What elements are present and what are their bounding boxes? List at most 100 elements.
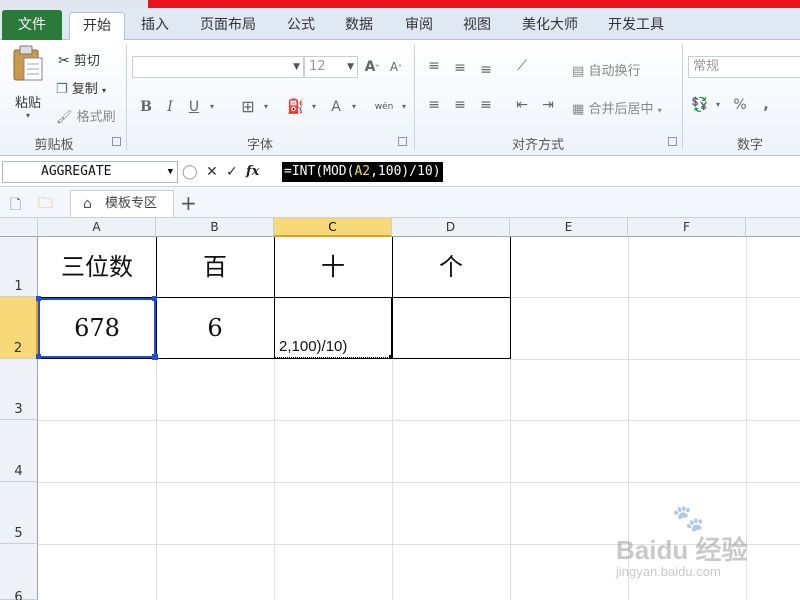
tab-developer[interactable]: 开发工具 xyxy=(598,12,674,40)
scissors-icon: ✂ xyxy=(58,53,70,69)
row-header-2[interactable]: 2 xyxy=(0,297,38,359)
align-center-button[interactable]: ≡ xyxy=(450,95,470,115)
align-top-button[interactable]: ≡ xyxy=(424,56,444,76)
template-zone-tab[interactable]: ⌂ 模板专区 xyxy=(70,190,174,217)
column-header-e[interactable]: E xyxy=(510,218,628,237)
tab-view[interactable]: 视图 xyxy=(452,12,502,40)
currency-icon: 💱 xyxy=(691,97,709,113)
grow-font-button[interactable]: A˄ xyxy=(362,57,382,77)
select-all-corner[interactable] xyxy=(0,218,38,237)
cut-button[interactable]: ✂ 剪切 xyxy=(58,50,100,69)
align-top-icon: ≡ xyxy=(428,58,440,74)
column-header-g[interactable] xyxy=(746,218,800,237)
alignment-launcher-icon[interactable] xyxy=(668,137,677,146)
decrease-indent-button[interactable]: ⇤ xyxy=(512,95,532,115)
new-document-icon[interactable]: 🗋 xyxy=(10,194,21,218)
name-box-value: AGGREGATE xyxy=(41,164,112,179)
folder-icon[interactable]: 🗀 xyxy=(38,193,53,218)
chevron-down-icon[interactable]: ▾ xyxy=(344,97,364,117)
collapse-icon[interactable]: ◯ xyxy=(182,161,198,183)
format-painter-label: 格式刷 xyxy=(76,110,116,125)
column-header-a[interactable]: A xyxy=(38,218,156,237)
paste-button[interactable]: 粘贴 ▾ xyxy=(8,44,48,124)
column-header-b[interactable]: B xyxy=(156,218,274,237)
row-number: 3 xyxy=(14,402,23,417)
gridline xyxy=(156,359,157,600)
fill-handle[interactable] xyxy=(152,354,158,360)
phonetic-button[interactable]: wén xyxy=(374,97,394,117)
orientation-button[interactable]: ⟋ xyxy=(512,56,532,76)
merge-cells-icon: ▦ xyxy=(572,102,585,117)
cell-b1[interactable]: 百 xyxy=(156,237,274,297)
number-format-combo[interactable]: 常规 xyxy=(688,56,800,78)
tab-home[interactable]: 开始 xyxy=(69,12,125,41)
row-number: 2 xyxy=(13,341,23,356)
row-header-6[interactable]: 6 xyxy=(0,544,38,600)
cell-d1[interactable]: 个 xyxy=(392,237,510,297)
format-painter-button[interactable]: 🖌 格式刷 xyxy=(56,106,116,125)
font-size-combo[interactable]: 12 ▼ xyxy=(304,56,358,78)
column-header-f[interactable]: F xyxy=(628,218,746,237)
gridline xyxy=(38,482,800,483)
add-tab-button[interactable]: + xyxy=(180,191,197,215)
chevron-down-icon[interactable]: ▾ xyxy=(202,97,222,117)
cell-b2[interactable]: 6 xyxy=(156,298,274,358)
increase-indent-button[interactable]: ⇥ xyxy=(538,95,558,115)
cell-border xyxy=(38,358,510,359)
column-header-c[interactable]: C xyxy=(274,218,392,237)
tab-insert[interactable]: 插入 xyxy=(130,12,180,40)
tab-data[interactable]: 数据 xyxy=(334,12,384,40)
insert-function-button[interactable]: fx xyxy=(246,161,259,183)
font-launcher-icon[interactable] xyxy=(398,137,407,146)
cell-a1[interactable]: 三位数 xyxy=(38,237,156,297)
tab-page-layout[interactable]: 页面布局 xyxy=(190,12,266,40)
row-header-1[interactable]: 1 xyxy=(0,237,38,297)
percent-button[interactable]: % xyxy=(730,95,750,115)
chevron-down-icon: ▾ xyxy=(657,106,662,115)
copy-dropdown-icon: ▾ xyxy=(101,86,106,95)
tab-review[interactable]: 审阅 xyxy=(394,12,444,40)
row-header-3[interactable]: 3 xyxy=(0,359,38,420)
merge-center-button[interactable]: ▦ 合并后居中 ▾ xyxy=(572,98,662,117)
accounting-format-button[interactable]: 💱 xyxy=(690,95,710,115)
chevron-down-icon[interactable]: ▾ xyxy=(256,97,276,117)
tab-beautify[interactable]: 美化大师 xyxy=(512,12,588,40)
cell-c2-editor[interactable]: 2,100)/10) xyxy=(274,298,392,358)
cell-a2[interactable]: 678 xyxy=(38,298,156,358)
cell-c1[interactable]: 十 xyxy=(274,237,392,297)
align-middle-button[interactable]: ≡ xyxy=(450,58,470,78)
clipboard-launcher-icon[interactable] xyxy=(112,137,121,146)
tab-file[interactable]: 文件 xyxy=(2,10,62,40)
align-right-button[interactable]: ≡ xyxy=(476,95,496,115)
chevron-down-icon[interactable]: ▾ xyxy=(304,97,324,117)
shrink-font-button[interactable]: A˅ xyxy=(386,57,406,77)
borders-button[interactable]: ⊞ xyxy=(238,97,258,117)
align-left-button[interactable]: ≡ xyxy=(424,95,444,115)
cell-d2[interactable] xyxy=(392,298,510,358)
row-number: 6 xyxy=(14,590,23,600)
copy-button[interactable]: ❐ 复制 ▾ xyxy=(56,78,106,97)
worksheet-grid[interactable]: A B C D E F 1 2 3 4 5 6 三位数 百 十 个 6 678 … xyxy=(0,218,800,600)
underline-button[interactable]: U xyxy=(184,97,204,117)
comma-button[interactable]: , xyxy=(756,95,776,115)
enter-icon[interactable]: ✓ xyxy=(226,161,238,183)
font-name-combo[interactable]: ▼ xyxy=(132,56,304,78)
chevron-down-icon[interactable]: ▾ xyxy=(708,95,728,115)
font-group-label: 字体 xyxy=(246,138,273,153)
paste-dropdown-icon: ▾ xyxy=(25,111,30,120)
tab-formulas[interactable]: 公式 xyxy=(276,12,326,40)
formula-input[interactable]: =INT(MOD(A2,100)/10) xyxy=(282,162,443,182)
wrap-text-button[interactable]: ▤ 自动换行 xyxy=(572,60,640,79)
gridline xyxy=(392,359,393,600)
cancel-icon[interactable]: ✕ xyxy=(206,161,218,183)
align-bottom-button[interactable]: ≡ xyxy=(476,60,496,80)
chevron-down-icon[interactable]: ▾ xyxy=(394,97,414,117)
row-header-4[interactable]: 4 xyxy=(0,420,38,482)
name-box[interactable]: AGGREGATE ▼ xyxy=(2,161,178,183)
italic-button[interactable]: I xyxy=(160,97,180,117)
font-color-button[interactable]: A xyxy=(326,97,346,117)
row-header-5[interactable]: 5 xyxy=(0,482,38,544)
fill-color-button[interactable]: ⛽ xyxy=(286,97,306,117)
column-header-d[interactable]: D xyxy=(392,218,510,237)
bold-button[interactable]: B xyxy=(136,97,156,117)
